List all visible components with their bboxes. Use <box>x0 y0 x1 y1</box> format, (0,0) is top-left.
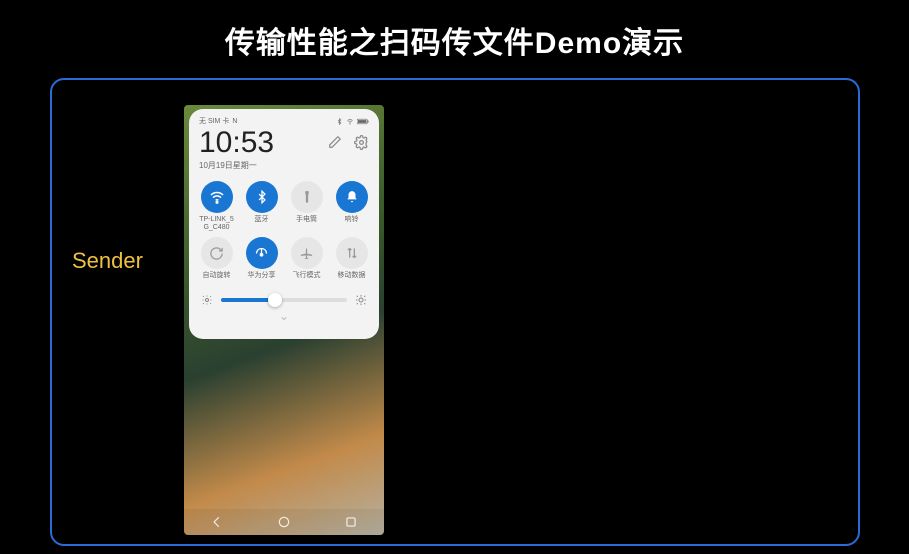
tile-label: 手电筒 <box>296 216 317 224</box>
tile-label: 移动数据 <box>338 272 366 280</box>
android-nav-bar <box>184 509 384 535</box>
expand-chevron-icon[interactable]: ⌄ <box>197 310 371 322</box>
data-icon[interactable] <box>336 237 368 269</box>
demo-frame <box>50 78 860 546</box>
airplane-icon[interactable] <box>291 237 323 269</box>
settings-icon[interactable] <box>353 134 369 150</box>
back-button[interactable] <box>197 515 237 529</box>
brightness-fill <box>221 298 275 302</box>
quick-tile-airplane[interactable]: 飞行模式 <box>287 237 326 280</box>
wifi-status-icon <box>346 118 354 125</box>
rotate-icon[interactable] <box>201 237 233 269</box>
battery-status-icon <box>357 118 369 125</box>
notification-panel: 无 SIM 卡 N 10:53 10月19日星期一 <box>189 109 379 339</box>
bell-icon[interactable] <box>336 181 368 213</box>
brightness-thumb[interactable] <box>268 293 282 307</box>
recents-button[interactable] <box>331 515 371 529</box>
tile-label: 飞行模式 <box>293 272 321 280</box>
tile-label: 蓝牙 <box>255 216 269 224</box>
tile-label: 华为分享 <box>248 272 276 280</box>
brightness-low-icon <box>201 294 213 306</box>
quick-tile-flashlight[interactable]: 手电筒 <box>287 181 326 231</box>
brightness-high-icon <box>355 294 367 306</box>
quick-settings-grid: TP-LINK_5G_C480 蓝牙 手电筒 响铃自动旋转 华为分享 飞行模式 移动数据 <box>197 181 371 280</box>
quick-tile-share[interactable]: 华为分享 <box>242 237 281 280</box>
tile-label: 响铃 <box>345 216 359 224</box>
slide-title: 传输性能之扫码传文件Demo演示 <box>0 0 909 62</box>
quick-tile-wifi[interactable]: TP-LINK_5G_C480 <box>197 181 236 231</box>
share-icon[interactable] <box>246 237 278 269</box>
quick-tile-rotate[interactable]: 自动旋转 <box>197 237 236 280</box>
date-display: 10月19日星期一 <box>199 160 274 171</box>
home-button[interactable] <box>264 515 304 529</box>
flashlight-icon[interactable] <box>291 181 323 213</box>
bluetooth-icon[interactable] <box>246 181 278 213</box>
quick-tile-bell[interactable]: 响铃 <box>332 181 371 231</box>
wifi-icon[interactable] <box>201 181 233 213</box>
bluetooth-status-icon <box>336 118 343 125</box>
time-display: 10:53 <box>199 128 274 158</box>
brightness-slider[interactable] <box>197 294 371 306</box>
tile-label: 自动旋转 <box>203 272 231 280</box>
panel-header: 10:53 10月19日星期一 <box>197 128 371 171</box>
quick-tile-bluetooth[interactable]: 蓝牙 <box>242 181 281 231</box>
sim-status: 无 SIM 卡 <box>199 116 229 126</box>
quick-tile-data[interactable]: 移动数据 <box>332 237 371 280</box>
nfc-icon: N <box>232 118 237 125</box>
brightness-track[interactable] <box>221 298 347 302</box>
phone-mock: 无 SIM 卡 N 10:53 10月19日星期一 <box>184 105 384 535</box>
edit-icon[interactable] <box>327 134 343 150</box>
tile-label: TP-LINK_5G_C480 <box>197 216 236 231</box>
sender-label: Sender <box>72 248 143 274</box>
